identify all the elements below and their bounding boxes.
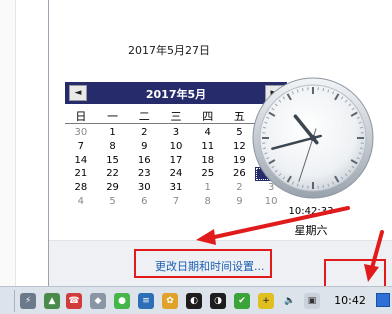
link-highlight-box — [134, 249, 272, 278]
stack-icon[interactable]: ≡ — [138, 293, 154, 309]
calendar-day[interactable]: 8 — [97, 140, 129, 154]
weekday-name: 星期六 — [294, 224, 328, 237]
calendar-day[interactable]: 1 — [192, 181, 224, 195]
calendar-day[interactable]: 3 — [160, 126, 192, 140]
shield-icon[interactable]: ✔ — [234, 293, 250, 309]
full-date-title: 2017年5月27日 — [128, 44, 210, 57]
calendar-day[interactable]: 28 — [65, 181, 97, 195]
calendar-day[interactable]: 25 — [192, 167, 224, 181]
tray-clock[interactable]: 10:42 — [328, 290, 372, 312]
date-time-flyout: 2017年5月27日 ◄ 2017年5月 ► 日 一 二 三 四 五 六 301… — [48, 0, 392, 286]
taskbar-separator — [14, 290, 15, 312]
clock-tick — [322, 184, 325, 188]
calendar-day[interactable]: 30 — [65, 126, 97, 140]
taskbar: ⚡ ▲ ☎ ◆ ● ≡ ✿ ◐ ◑ ✔ + 🔈 ▣ 10:42 — [0, 286, 392, 314]
calendar-day[interactable]: 16 — [128, 154, 160, 168]
clock-tick — [263, 147, 267, 150]
clock-tick — [301, 88, 304, 92]
desktop-edge — [0, 0, 16, 286]
volume-icon[interactable]: 🔈 — [282, 293, 298, 309]
calendar-day[interactable]: 2 — [128, 126, 160, 140]
calendar-day[interactable]: 1 — [97, 126, 129, 140]
qq-penguin-icon[interactable]: ◐ — [186, 293, 202, 309]
calendar-day[interactable]: 6 — [128, 195, 160, 209]
calendar-day[interactable]: 14 — [65, 154, 97, 168]
clock-tick — [301, 184, 304, 188]
weekday-label: 四 — [202, 110, 214, 123]
wechat-icon[interactable]: ● — [114, 293, 130, 309]
calendar-day[interactable]: 17 — [160, 154, 192, 168]
weekday-label: 一 — [107, 110, 119, 123]
calendar-day[interactable]: 8 — [192, 195, 224, 209]
network-icon[interactable]: ▣ — [304, 293, 320, 309]
calendar-day[interactable]: 15 — [97, 154, 129, 168]
show-desktop-button[interactable] — [376, 293, 390, 307]
weekday-label: 二 — [138, 110, 150, 123]
calendar-day[interactable]: 4 — [192, 126, 224, 140]
calendar-day[interactable]: 30 — [128, 181, 160, 195]
calendar-day[interactable]: 7 — [65, 140, 97, 154]
safe-drive-icon[interactable]: ◆ — [90, 293, 106, 309]
weekday-label: 日 — [75, 110, 87, 123]
calendar-day[interactable]: 9 — [128, 140, 160, 154]
calendar-day[interactable]: 7 — [160, 195, 192, 209]
clock-center — [310, 135, 316, 141]
calendar-day[interactable]: 24 — [160, 167, 192, 181]
analog-clock — [252, 77, 374, 199]
digital-time: 10:42:33 — [288, 206, 334, 217]
calendar-day[interactable]: 31 — [160, 181, 192, 195]
calendar-day[interactable]: 4 — [65, 195, 97, 209]
palette-icon[interactable]: ✿ — [162, 293, 178, 309]
calendar-day[interactable]: 10 — [160, 140, 192, 154]
calendar-day[interactable]: 21 — [65, 167, 97, 181]
clock-tick — [322, 88, 325, 92]
calendar-day[interactable]: 11 — [192, 140, 224, 154]
clock-tick — [263, 126, 267, 129]
calendar-day[interactable]: 23 — [128, 167, 160, 181]
calendar-day[interactable]: 5 — [97, 195, 129, 209]
usb-icon[interactable]: ▲ — [44, 293, 60, 309]
calendar-day[interactable]: 22 — [97, 167, 129, 181]
clock-tick — [359, 126, 363, 129]
weekday-label: 三 — [170, 110, 182, 123]
clock-tick — [359, 147, 363, 150]
calendar-day[interactable]: 18 — [192, 154, 224, 168]
qq-red-icon[interactable]: ☎ — [66, 293, 82, 309]
usb-icon[interactable]: ⚡ — [20, 293, 36, 309]
calendar-day[interactable]: 29 — [97, 181, 129, 195]
qq-penguin-icon[interactable]: ◑ — [210, 293, 226, 309]
plus-icon[interactable]: + — [258, 293, 274, 309]
